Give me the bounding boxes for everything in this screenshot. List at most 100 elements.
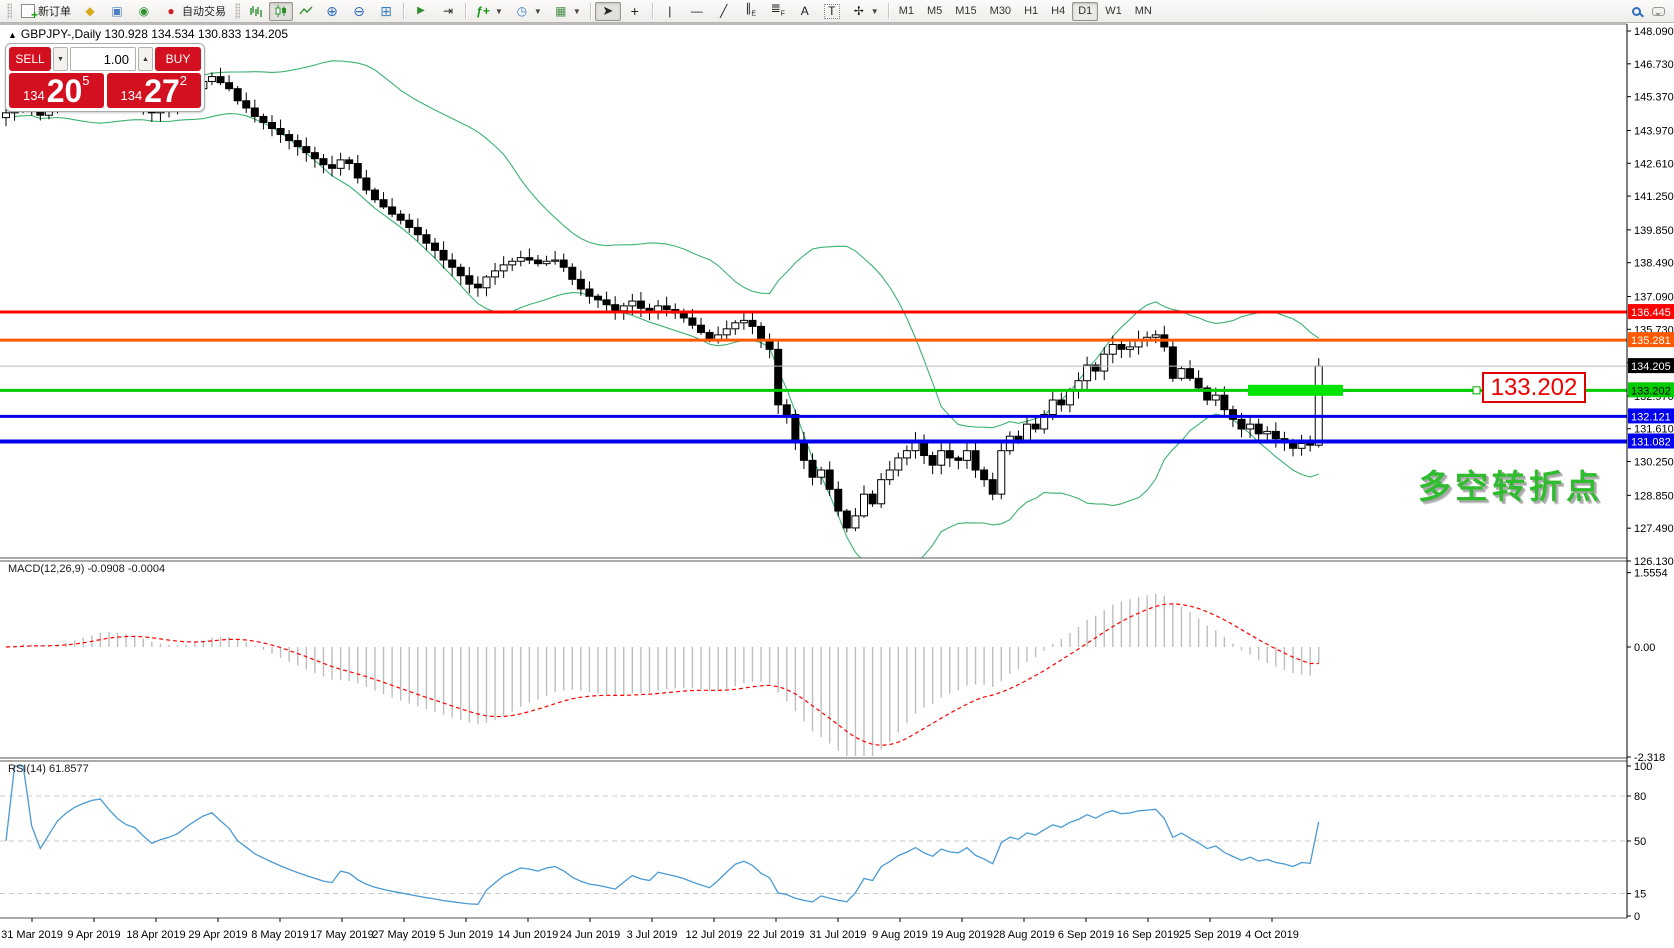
volume-increase-button[interactable]: ▲: [138, 47, 153, 71]
search-button[interactable]: [1627, 2, 1646, 21]
svg-text:17 May 2019: 17 May 2019: [310, 929, 374, 941]
svg-text:142.610: 142.610: [1634, 158, 1674, 170]
template-icon: ▦: [553, 3, 569, 19]
svg-text:1.5554: 1.5554: [1634, 568, 1668, 580]
toolbar-grip[interactable]: [7, 3, 12, 19]
candlestick-mode-button[interactable]: [269, 2, 293, 21]
bar-chart-icon: [249, 4, 263, 18]
highlight-bar: [1248, 385, 1343, 396]
timeframe-bar: M1M5M15M30H1H4D1W1MN: [893, 2, 1158, 21]
shapes-tool-button[interactable]: ✢▼: [846, 2, 884, 21]
timeframe-m1-button[interactable]: M1: [893, 2, 920, 21]
svg-text:131.082: 131.082: [1631, 436, 1671, 448]
svg-text:148.090: 148.090: [1634, 26, 1674, 38]
channel-tool-button[interactable]: ∥E: [738, 2, 764, 21]
svg-text:6 Sep 2019: 6 Sep 2019: [1058, 929, 1114, 941]
svg-text:126.130: 126.130: [1634, 556, 1674, 568]
svg-text:0: 0: [1634, 911, 1640, 923]
crosshair-icon: +: [627, 3, 643, 19]
line-chart-icon: [299, 4, 313, 18]
trendline-tool-button[interactable]: ╱: [711, 2, 737, 21]
svg-text:137.090: 137.090: [1634, 291, 1674, 303]
panel-collapse-icon[interactable]: ▲: [8, 30, 17, 40]
sell-button[interactable]: SELL: [9, 47, 51, 71]
buy-price-button[interactable]: 134272: [107, 73, 202, 108]
autotrade-label: 自动交易: [182, 3, 226, 19]
line-chart-mode-button[interactable]: [294, 2, 318, 21]
templates-button[interactable]: ▦▼: [548, 2, 586, 21]
macd-histogram: [6, 594, 1319, 757]
crosshair-tool-button[interactable]: +: [622, 2, 648, 21]
svg-text:145.370: 145.370: [1634, 92, 1674, 104]
cursor-icon: ➤: [600, 3, 616, 19]
new-order-icon: [21, 4, 35, 18]
periods-button[interactable]: ◷▼: [509, 2, 547, 21]
timeframe-m5-button[interactable]: M5: [921, 2, 948, 21]
navigator-button[interactable]: ◉: [131, 2, 157, 21]
buy-button[interactable]: BUY: [155, 47, 201, 71]
sell-price-button[interactable]: 134205: [9, 73, 104, 108]
svg-text:9 Aug 2019: 9 Aug 2019: [872, 929, 928, 941]
timeframe-h1-button[interactable]: H1: [1018, 2, 1044, 21]
svg-text:138.490: 138.490: [1634, 258, 1674, 270]
text-tool-button[interactable]: A: [792, 2, 818, 21]
timeframe-m15-button[interactable]: M15: [949, 2, 982, 21]
equidistant-channel-icon: ∥E: [743, 0, 759, 22]
volume-decrease-button[interactable]: ▼: [53, 47, 68, 71]
buy-price-pips: 27: [144, 76, 180, 106]
indicators-icon: ƒ+: [475, 3, 491, 19]
hline-tool-button[interactable]: —: [684, 2, 710, 21]
macd-label: MACD(12,26,9) -0.0908 -0.0004: [8, 563, 165, 575]
dropdown-arrow-icon: ▼: [495, 7, 503, 16]
svg-text:136.445: 136.445: [1631, 307, 1671, 319]
timeframe-m30-button[interactable]: M30: [984, 2, 1017, 21]
data-window-button[interactable]: ▣: [104, 2, 130, 21]
svg-text:19 Aug 2019: 19 Aug 2019: [931, 929, 993, 941]
toolbar-separator: [590, 3, 591, 19]
autotrade-button[interactable]: ● 自动交易: [158, 2, 231, 21]
svg-text:29 Apr 2019: 29 Apr 2019: [188, 929, 247, 941]
toolbar-grip[interactable]: [235, 3, 240, 19]
cursor-tool-button[interactable]: ➤: [595, 2, 621, 21]
label-tool-button[interactable]: T: [819, 2, 845, 21]
zoom-out-icon: ⊖: [351, 3, 367, 19]
search-icon: [1632, 7, 1641, 16]
community-chat-button[interactable]: [1647, 2, 1670, 21]
svg-text:15: 15: [1634, 889, 1646, 901]
svg-text:80: 80: [1634, 791, 1646, 803]
rsi-value: 61.8577: [49, 763, 89, 775]
market-watch-button[interactable]: ◆: [77, 2, 103, 21]
timeframe-d1-button[interactable]: D1: [1072, 2, 1098, 21]
new-order-button[interactable]: 新订单: [16, 2, 76, 21]
main-toolbar: 新订单 ◆ ▣ ◉ ● 自动交易 ⊕ ⊖ ⊞ ▶ ⇥ ƒ+▼ ◷▼ ▦▼ ➤ +…: [0, 0, 1674, 23]
toolbar-separator: [403, 3, 404, 19]
svg-text:3 Jul 2019: 3 Jul 2019: [627, 929, 678, 941]
svg-text:143.970: 143.970: [1634, 125, 1674, 137]
svg-text:133.202: 133.202: [1631, 385, 1671, 397]
tile-windows-button[interactable]: ⊞: [373, 2, 399, 21]
zoom-out-button[interactable]: ⊖: [346, 2, 372, 21]
indicators-button[interactable]: ƒ+ ▼: [470, 2, 508, 21]
svg-text:0.00: 0.00: [1634, 642, 1655, 654]
dropdown-arrow-icon: ▼: [871, 7, 879, 16]
fibonacci-tool-button[interactable]: ≣F: [765, 2, 791, 21]
auto-scroll-button[interactable]: ▶: [408, 2, 434, 21]
timeframe-mn-button[interactable]: MN: [1129, 2, 1158, 21]
rsi-line: [6, 766, 1319, 904]
macd-name: MACD(12,26,9): [8, 563, 84, 575]
zoom-in-button[interactable]: ⊕: [319, 2, 345, 21]
chart-shift-button[interactable]: ⇥: [435, 2, 461, 21]
svg-text:22 Jul 2019: 22 Jul 2019: [748, 929, 805, 941]
svg-text:127.490: 127.490: [1634, 523, 1674, 535]
svg-text:18 Apr 2019: 18 Apr 2019: [126, 929, 185, 941]
bar-chart-mode-button[interactable]: [244, 2, 268, 21]
timeframe-w1-button[interactable]: W1: [1099, 2, 1128, 21]
price-callout-box[interactable]: 133.202: [1482, 372, 1586, 403]
svg-text:25 Sep 2019: 25 Sep 2019: [1179, 929, 1241, 941]
svg-text:141.250: 141.250: [1634, 191, 1674, 203]
mt4-window: 新订单 ◆ ▣ ◉ ● 自动交易 ⊕ ⊖ ⊞ ▶ ⇥ ƒ+▼ ◷▼ ▦▼ ➤ +…: [0, 0, 1674, 948]
buy-price-point: 2: [180, 75, 187, 87]
volume-input[interactable]: 1.00: [70, 47, 136, 71]
timeframe-h4-button[interactable]: H4: [1045, 2, 1071, 21]
vline-tool-button[interactable]: |: [657, 2, 683, 21]
